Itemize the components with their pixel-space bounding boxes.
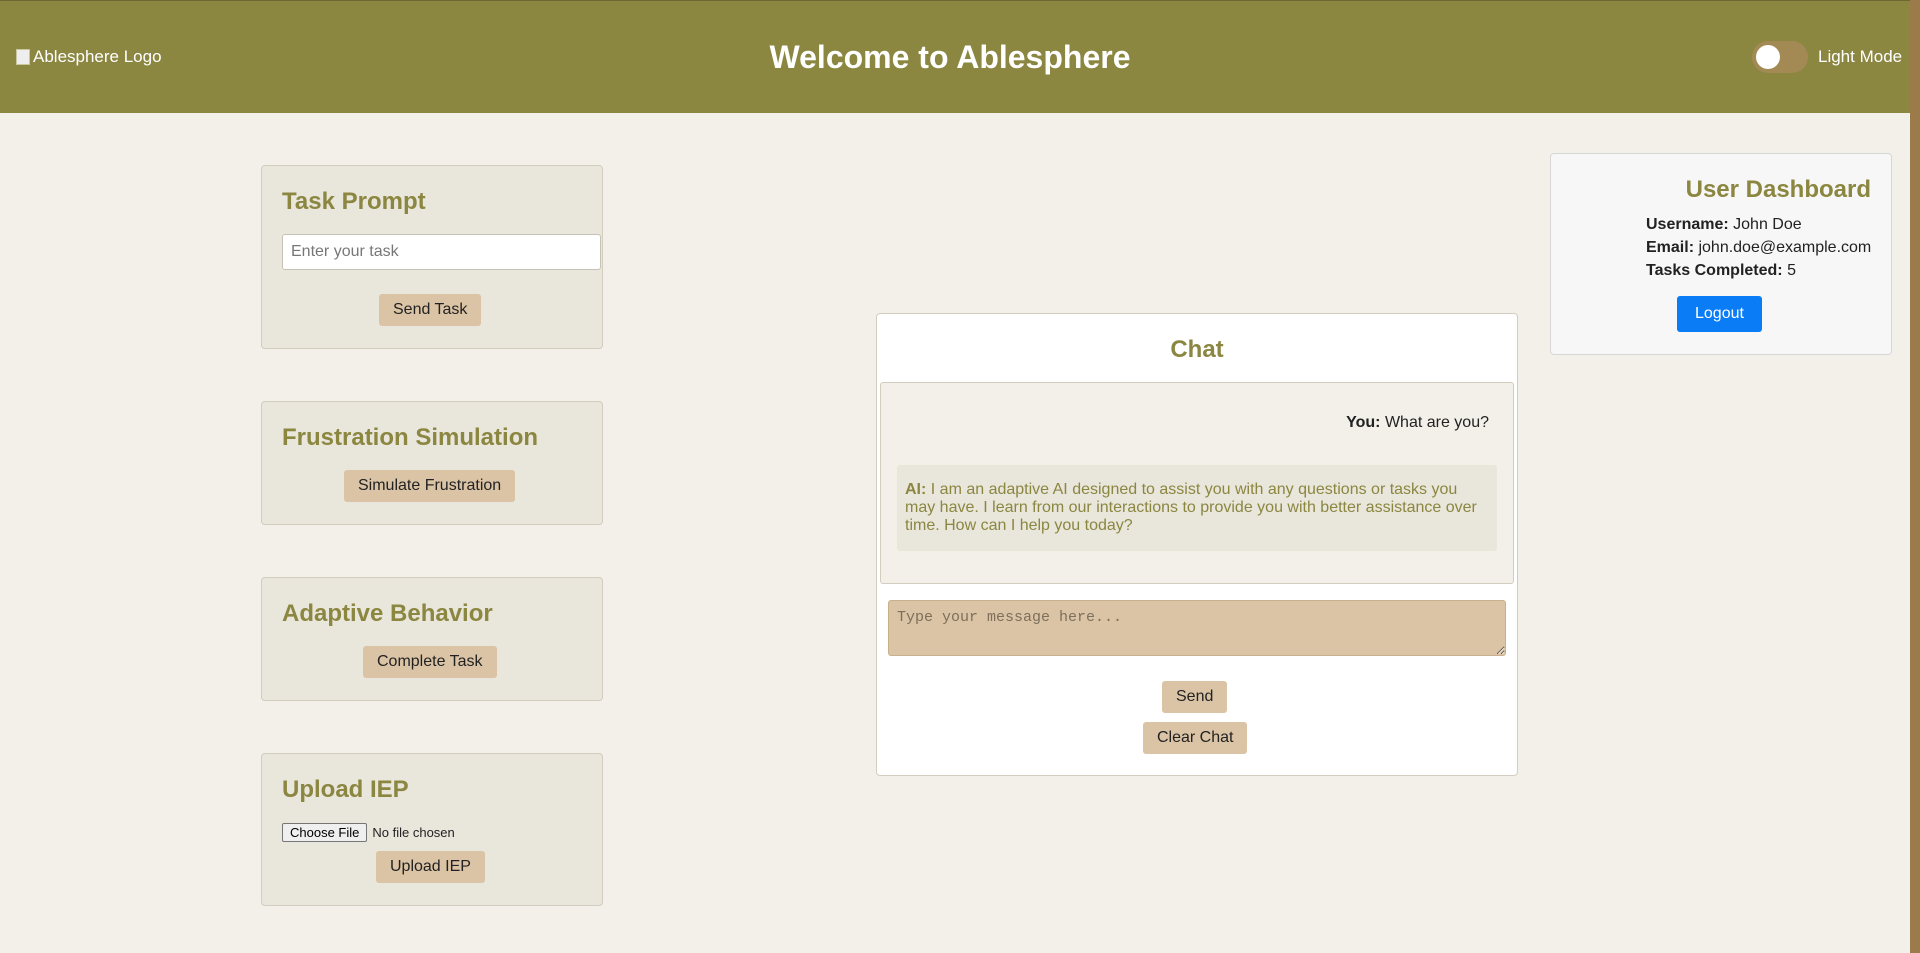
email-label: Email:: [1646, 239, 1695, 256]
ai-message: AI: I am an adaptive AI designed to assi…: [897, 465, 1497, 551]
mode-toggle[interactable]: [1752, 41, 1808, 73]
page-scrollbar[interactable]: [1910, 0, 1920, 953]
message-text: I am an adaptive AI designed to assist y…: [905, 481, 1477, 534]
user-message: You: What are you?: [1346, 414, 1489, 432]
choose-file-button[interactable]: Choose File: [282, 823, 368, 842]
message-sender: You:: [1346, 414, 1381, 431]
file-input: Choose File No file chosen: [282, 823, 455, 842]
toggle-knob: [1756, 45, 1780, 69]
page-title-text: Welcome to Ablesphere: [769, 39, 1131, 75]
mode-label: Light Mode: [1818, 47, 1903, 66]
adaptive-card: Adaptive Behavior Complete Task: [261, 577, 603, 701]
email-row: Email: john.doe@example.com: [1646, 239, 1871, 257]
header-bar: Ablesphere Logo Welcome to Ablesphere Li…: [0, 0, 1910, 113]
send-task-button[interactable]: Send Task: [379, 294, 482, 326]
upload-iep-title: Upload IEP: [282, 776, 409, 803]
clear-chat-button[interactable]: Clear Chat: [1143, 722, 1248, 754]
chat-title: Chat: [1170, 336, 1224, 363]
chat-messages[interactable]: You: What are you? AI: I am an adaptive …: [880, 382, 1514, 584]
email-value: john.doe@example.com: [1694, 239, 1872, 256]
tasks-row: Tasks Completed: 5: [1646, 262, 1796, 280]
username-row: Username: John Doe: [1646, 216, 1802, 234]
username-label: Username:: [1646, 216, 1729, 233]
complete-task-button[interactable]: Complete Task: [363, 646, 497, 678]
task-input[interactable]: [282, 234, 601, 270]
message-sender: AI:: [905, 481, 927, 498]
chat-card: Chat You: What are you? AI: I am an adap…: [876, 313, 1518, 776]
upload-iep-card: Upload IEP Choose File No file chosen Up…: [261, 753, 603, 906]
task-prompt-title: Task Prompt: [282, 188, 426, 215]
page-title: Welcome to Ablesphere: [0, 39, 1910, 76]
username-value: John Doe: [1728, 216, 1802, 233]
mode-toggle-group: Light Mode: [1752, 41, 1902, 73]
message-text: What are you?: [1380, 414, 1489, 431]
logout-button[interactable]: Logout: [1677, 296, 1762, 332]
user-dashboard-card: User Dashboard Username: John Doe Email:…: [1550, 153, 1892, 355]
simulate-frustration-button[interactable]: Simulate Frustration: [344, 470, 516, 502]
dashboard-title: User Dashboard: [1685, 176, 1871, 203]
task-prompt-card: Task Prompt Send Task: [261, 165, 603, 349]
file-status: No file chosen: [372, 825, 455, 840]
tasks-label: Tasks Completed:: [1646, 262, 1783, 279]
frustration-card: Frustration Simulation Simulate Frustrat…: [261, 401, 603, 525]
frustration-title: Frustration Simulation: [282, 424, 539, 451]
tasks-value: 5: [1782, 262, 1796, 279]
adaptive-title: Adaptive Behavior: [282, 600, 493, 627]
chat-input[interactable]: [888, 600, 1506, 656]
chat-send-button[interactable]: Send: [1162, 681, 1228, 713]
upload-iep-button[interactable]: Upload IEP: [376, 851, 485, 883]
